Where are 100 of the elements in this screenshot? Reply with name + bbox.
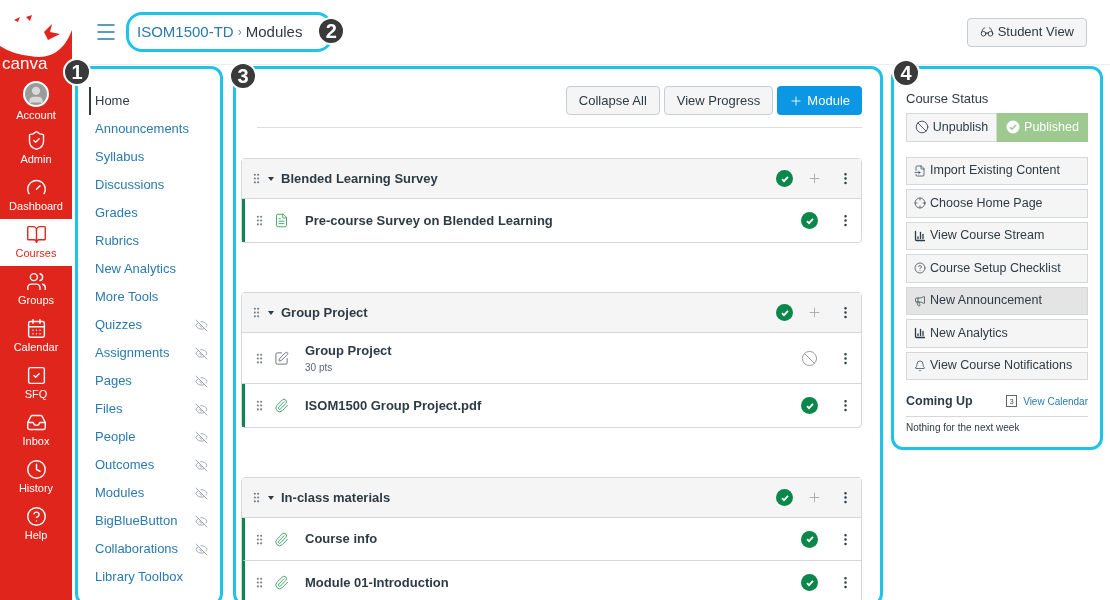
course-nav-link[interactable]: Rubrics — [91, 227, 208, 255]
callout-badge: 1 — [63, 58, 91, 86]
global-nav-item[interactable]: SFQ — [0, 360, 72, 407]
help-icon — [914, 262, 926, 275]
course-nav-link[interactable]: Pages — [91, 367, 208, 395]
help-icon — [25, 506, 47, 527]
module-item[interactable]: Module 01-Introduction — [242, 561, 861, 600]
sidebar-action-button[interactable]: Choose Home Page — [906, 189, 1088, 218]
bell-icon — [914, 359, 926, 372]
sidebar-action-button[interactable]: Import Existing Content — [906, 156, 1088, 185]
hidden-eye-icon — [195, 486, 208, 500]
published-check-icon[interactable] — [801, 530, 818, 548]
course-nav-link[interactable]: Collaborations — [91, 535, 208, 563]
course-nav-link[interactable]: Announcements — [91, 115, 208, 143]
global-nav-item[interactable]: Admin — [0, 125, 72, 172]
global-nav-item[interactable]: Groups — [0, 266, 72, 313]
course-nav-link[interactable]: Library Toolbox — [91, 563, 208, 591]
global-nav-item[interactable]: History — [0, 454, 72, 501]
book-icon — [25, 224, 47, 245]
collapse-triangle-icon[interactable] — [267, 308, 275, 317]
avatar-icon — [23, 80, 49, 107]
checkbox-icon — [25, 365, 47, 386]
published-check-icon[interactable] — [801, 212, 818, 229]
module-header[interactable]: Blended Learning Survey — [242, 159, 861, 199]
module-title: In-class materials — [281, 488, 391, 507]
target-icon — [914, 197, 926, 210]
module-item-title: Module 01-Introduction — [305, 573, 449, 592]
global-nav-item[interactable]: Help — [0, 501, 72, 548]
course-nav-link[interactable]: Quizzes — [91, 311, 208, 339]
bar-chart-icon — [914, 327, 926, 340]
course-nav-link[interactable]: Syllabus — [91, 143, 208, 171]
global-nav-item[interactable]: Inbox — [0, 407, 72, 454]
bar-chart-icon — [914, 229, 926, 242]
student-view-button[interactable]: Student View — [966, 17, 1087, 47]
hidden-eye-icon — [195, 318, 208, 332]
module-item[interactable]: Pre-course Survey on Blended Learning — [242, 199, 861, 242]
hidden-eye-icon — [195, 402, 208, 416]
breadcrumb-link[interactable]: ISOM1500-TD — [137, 20, 234, 44]
published-check-icon[interactable] — [776, 170, 793, 187]
callout-badge: 3 — [229, 62, 257, 90]
course-nav-link[interactable]: BigBlueButton — [91, 507, 208, 535]
course-nav-link[interactable]: Assignments — [91, 339, 208, 367]
clock-icon — [25, 459, 47, 480]
hidden-eye-icon — [195, 542, 208, 556]
unpublished-icon[interactable] — [801, 349, 818, 367]
course-nav-link[interactable]: Files — [91, 395, 208, 423]
course-nav-link[interactable]: Home — [89, 87, 208, 115]
document-icon — [274, 213, 289, 228]
collapse-triangle-icon[interactable] — [267, 493, 275, 502]
course-nav-link[interactable]: Grades — [91, 199, 208, 227]
published-check-icon[interactable] — [801, 574, 818, 591]
course-nav-link[interactable]: Modules — [91, 479, 208, 507]
glasses-icon — [979, 25, 994, 39]
callout-badge: 2 — [317, 17, 346, 45]
points-text: 30 pts — [305, 361, 334, 376]
module-item-title: Course info — [305, 530, 378, 549]
published-check-icon[interactable] — [776, 489, 793, 506]
published-check-icon[interactable] — [776, 304, 793, 321]
inbox-icon — [25, 412, 47, 433]
paperclip-icon — [274, 531, 289, 547]
global-nav-item[interactable]: Dashboard — [0, 172, 72, 219]
hidden-eye-icon — [195, 346, 208, 360]
collapse-triangle-icon[interactable] — [267, 174, 275, 183]
sidebar-action-button[interactable]: New Announcement — [906, 286, 1088, 315]
module-title: Group Project — [281, 303, 368, 322]
global-nav-item[interactable]: Calendar — [0, 313, 72, 360]
add-module-button[interactable]: Module — [777, 86, 862, 115]
module-item[interactable]: Course info — [242, 518, 861, 561]
course-nav-link[interactable]: New Analytics — [91, 255, 208, 283]
module-item[interactable]: ISOM1500 Group Project.pdf — [242, 384, 861, 427]
global-nav-item[interactable]: Courses — [0, 219, 72, 266]
hidden-eye-icon — [195, 458, 208, 472]
module-header[interactable]: In-class materials — [242, 478, 861, 518]
module-item-title: Pre-course Survey on Blended Learning — [305, 211, 553, 230]
toolbar-button[interactable]: View Progress — [663, 86, 774, 115]
sidebar-action-button[interactable]: View Course Stream — [906, 221, 1088, 250]
module-header[interactable]: Group Project — [242, 293, 861, 333]
paperclip-icon — [274, 398, 289, 413]
module-item-title: ISOM1500 Group Project.pdf — [305, 396, 482, 415]
view-calendar-link[interactable]: View Calendar — [1023, 393, 1088, 409]
check-circle-icon — [1006, 120, 1021, 134]
published-check-icon[interactable] — [801, 397, 818, 414]
edit-document-icon — [274, 350, 289, 366]
status-button[interactable]: Unpublish — [906, 112, 997, 142]
ban-icon — [914, 120, 929, 134]
course-nav-link[interactable]: Discussions — [91, 171, 208, 199]
hidden-eye-icon — [195, 514, 208, 528]
megaphone-icon — [914, 294, 926, 307]
course-nav-link[interactable]: People — [91, 423, 208, 451]
course-nav-link[interactable]: More Tools — [91, 283, 208, 311]
hidden-eye-icon — [195, 430, 208, 444]
sidebar-action-button[interactable]: View Course Notifications — [906, 351, 1088, 380]
course-nav-link[interactable]: Outcomes — [91, 451, 208, 479]
module-item[interactable]: Group Project 30 pts — [242, 333, 861, 384]
breadcrumb-current: Modules — [245, 21, 303, 42]
sidebar-action-button[interactable]: Course Setup Checklist — [906, 254, 1088, 283]
sidebar-action-button[interactable]: New Analytics — [906, 319, 1088, 348]
breadcrumb-separator: › — [237, 24, 242, 41]
import-icon — [914, 164, 926, 177]
toolbar-button[interactable]: Collapse All — [565, 86, 660, 115]
